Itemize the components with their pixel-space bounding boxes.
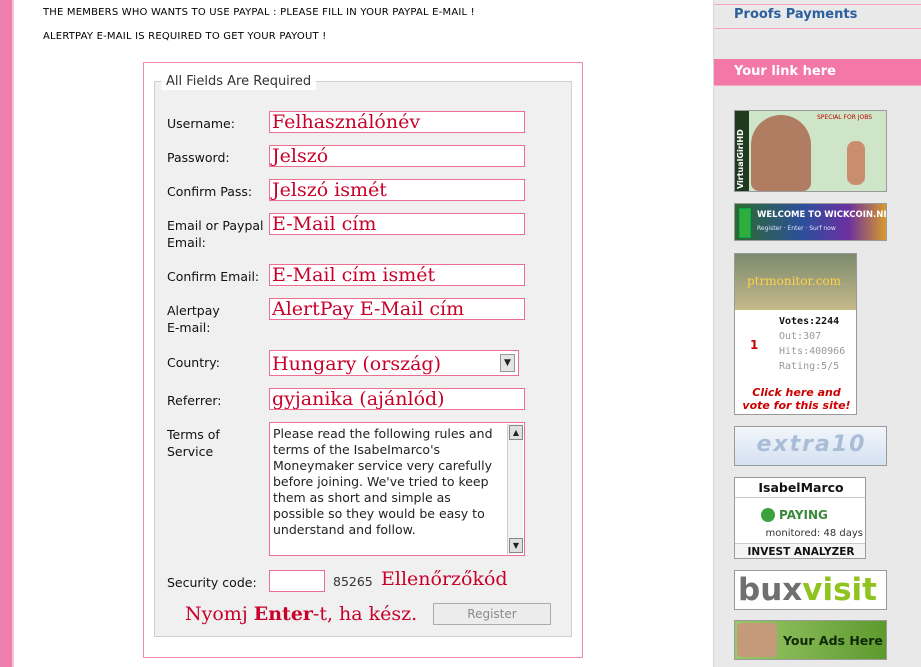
paying-status: PAYING xyxy=(779,508,828,522)
enter-hint-bold: Enter xyxy=(253,603,313,625)
alertpay-label-line1: Alertpay xyxy=(167,303,220,318)
extra10-text: extra10 xyxy=(756,432,867,457)
main-content: THE MEMBERS WHO WANTS TO USE PAYPAL : PL… xyxy=(14,0,713,667)
monitor-cta-line1: Click here and xyxy=(752,386,841,399)
country-label: Country: xyxy=(167,355,220,370)
security-code-input[interactable] xyxy=(269,570,325,592)
alertpay-notice: ALERTPAY E-MAIL IS REQUIRED TO GET YOUR … xyxy=(43,31,327,42)
confirm-email-input[interactable]: E-Mail cím ismét xyxy=(269,264,525,286)
password-input[interactable]: Jelszó xyxy=(269,145,525,167)
referrer-label: Referrer: xyxy=(167,393,222,408)
buxvisit-part2: visit xyxy=(802,572,877,608)
username-input[interactable]: Felhasználónév xyxy=(269,111,525,133)
sidebar: Proofs Payments Your link here VirtualGi… xyxy=(713,0,921,667)
country-select[interactable]: Hungary (ország) ▼ xyxy=(269,350,519,376)
monitor-cta-line2: vote for this site! xyxy=(742,399,851,412)
alertpay-label-line2: E-mail: xyxy=(167,320,211,335)
enter-hint-post: -t, ha kész. xyxy=(312,603,418,625)
email-input[interactable]: E-Mail cím xyxy=(269,213,525,235)
paypal-notice: THE MEMBERS WHO WANTS TO USE PAYPAL : PL… xyxy=(43,7,475,18)
invest-analyzer-badge[interactable]: IsabelMarco PAYING monitored: 48 days IN… xyxy=(734,477,866,559)
buxvisit-part1: bux xyxy=(738,572,803,608)
country-selected-value: Hungary (ország) xyxy=(272,353,441,375)
registration-form: All Fields Are Required Username: Felhas… xyxy=(143,62,583,658)
username-label: Username: xyxy=(167,116,235,131)
buxvisit-logo: buxvisit xyxy=(738,572,877,608)
your-ads-text: Your Ads Here xyxy=(783,633,883,648)
sidebar-divider xyxy=(714,85,921,86)
confirm-pass-label: Confirm Pass: xyxy=(167,184,253,199)
monitor-votes: Votes:2244 xyxy=(779,316,840,327)
scroll-up-icon[interactable]: ▲ xyxy=(509,425,523,440)
scroll-down-icon[interactable]: ▼ xyxy=(509,538,523,553)
left-border-bar xyxy=(0,0,14,667)
model-photo xyxy=(751,115,811,191)
virtualgirl-banner[interactable]: VirtualGirlHD SPECIAL FOR JOBS xyxy=(734,110,887,192)
password-label: Password: xyxy=(167,150,230,165)
virtualgirl-top-text: SPECIAL FOR JOBS xyxy=(817,114,873,121)
analyzer-footer: INVEST ANALYZER xyxy=(735,543,865,558)
monitor-vote-cta[interactable]: Click here and vote for this site! xyxy=(735,386,856,412)
monitor-site: ptrmonitor.com xyxy=(747,274,842,288)
security-code-value: 85265 xyxy=(333,574,373,589)
sidebar-divider xyxy=(714,28,921,29)
enter-hint: Nyomj Enter-t, ha kész. xyxy=(185,603,417,625)
email-label-line2: Email: xyxy=(167,235,206,250)
monitor-header-image: ptrmonitor.com xyxy=(735,254,856,310)
monitor-hits: Hits:400966 xyxy=(779,346,846,357)
wickcoin-text: WELCOME TO WICKCOIN.NET xyxy=(757,210,887,220)
register-button[interactable]: Register xyxy=(433,603,551,625)
email-label-line1: Email or Paypal xyxy=(167,218,264,233)
security-code-hint: Ellenőrzőkód xyxy=(381,568,508,590)
your-ads-banner[interactable]: Your Ads Here xyxy=(734,620,887,660)
terms-label-line1: Terms of xyxy=(167,427,220,442)
analyzer-name: IsabelMarco xyxy=(735,478,865,498)
paying-status-icon xyxy=(761,508,775,522)
monitor-rating: Rating:5/5 xyxy=(779,361,840,372)
wickcoin-banner[interactable]: WELCOME TO WICKCOIN.NET Register · Enter… xyxy=(734,203,887,241)
monitored-days: monitored: 48 days xyxy=(765,528,863,539)
alertpay-email-input[interactable]: AlertPay E-Mail cím xyxy=(269,298,525,320)
virtualgirl-side-text: VirtualGirlHD xyxy=(736,129,745,189)
security-code-label: Security code: xyxy=(167,575,257,590)
sidebar-link-your-link-here[interactable]: Your link here xyxy=(714,59,921,85)
buxvisit-banner[interactable]: buxvisit xyxy=(734,570,887,610)
model-figure xyxy=(847,141,865,185)
alertpay-label: Alertpay E-mail: xyxy=(167,302,220,336)
money-icon xyxy=(739,208,751,238)
extra10-banner[interactable]: extra10 xyxy=(734,426,887,466)
form-fieldset: All Fields Are Required Username: Felhas… xyxy=(154,74,572,637)
terms-scrollbar[interactable]: ▲ ▼ xyxy=(507,424,523,554)
ptrmonitor-widget[interactable]: ptrmonitor.com 1 Votes:2244 Out:307 Hits… xyxy=(734,253,857,415)
terms-textarea[interactable]: Please read the following rules and term… xyxy=(269,422,525,556)
form-legend: All Fields Are Required xyxy=(161,74,317,90)
wickcoin-subtext: Register · Enter · Surf now xyxy=(757,225,836,232)
terms-label-line2: Service xyxy=(167,444,214,459)
chevron-down-icon[interactable]: ▼ xyxy=(500,354,515,372)
confirm-email-label: Confirm Email: xyxy=(167,269,260,284)
ads-photo xyxy=(737,623,777,657)
referrer-input[interactable]: gyjanika (ajánlód) xyxy=(269,388,525,410)
monitor-out: Out:307 xyxy=(779,331,822,342)
email-label: Email or Paypal Email: xyxy=(167,217,264,251)
sidebar-link-proofs-payments[interactable]: Proofs Payments xyxy=(714,2,921,28)
terms-label: Terms of Service xyxy=(167,426,220,460)
confirm-password-input[interactable]: Jelszó ismét xyxy=(269,179,525,201)
monitor-rank: 1 xyxy=(750,338,759,352)
terms-text: Please read the following rules and term… xyxy=(273,426,493,537)
enter-hint-pre: Nyomj xyxy=(185,603,254,625)
